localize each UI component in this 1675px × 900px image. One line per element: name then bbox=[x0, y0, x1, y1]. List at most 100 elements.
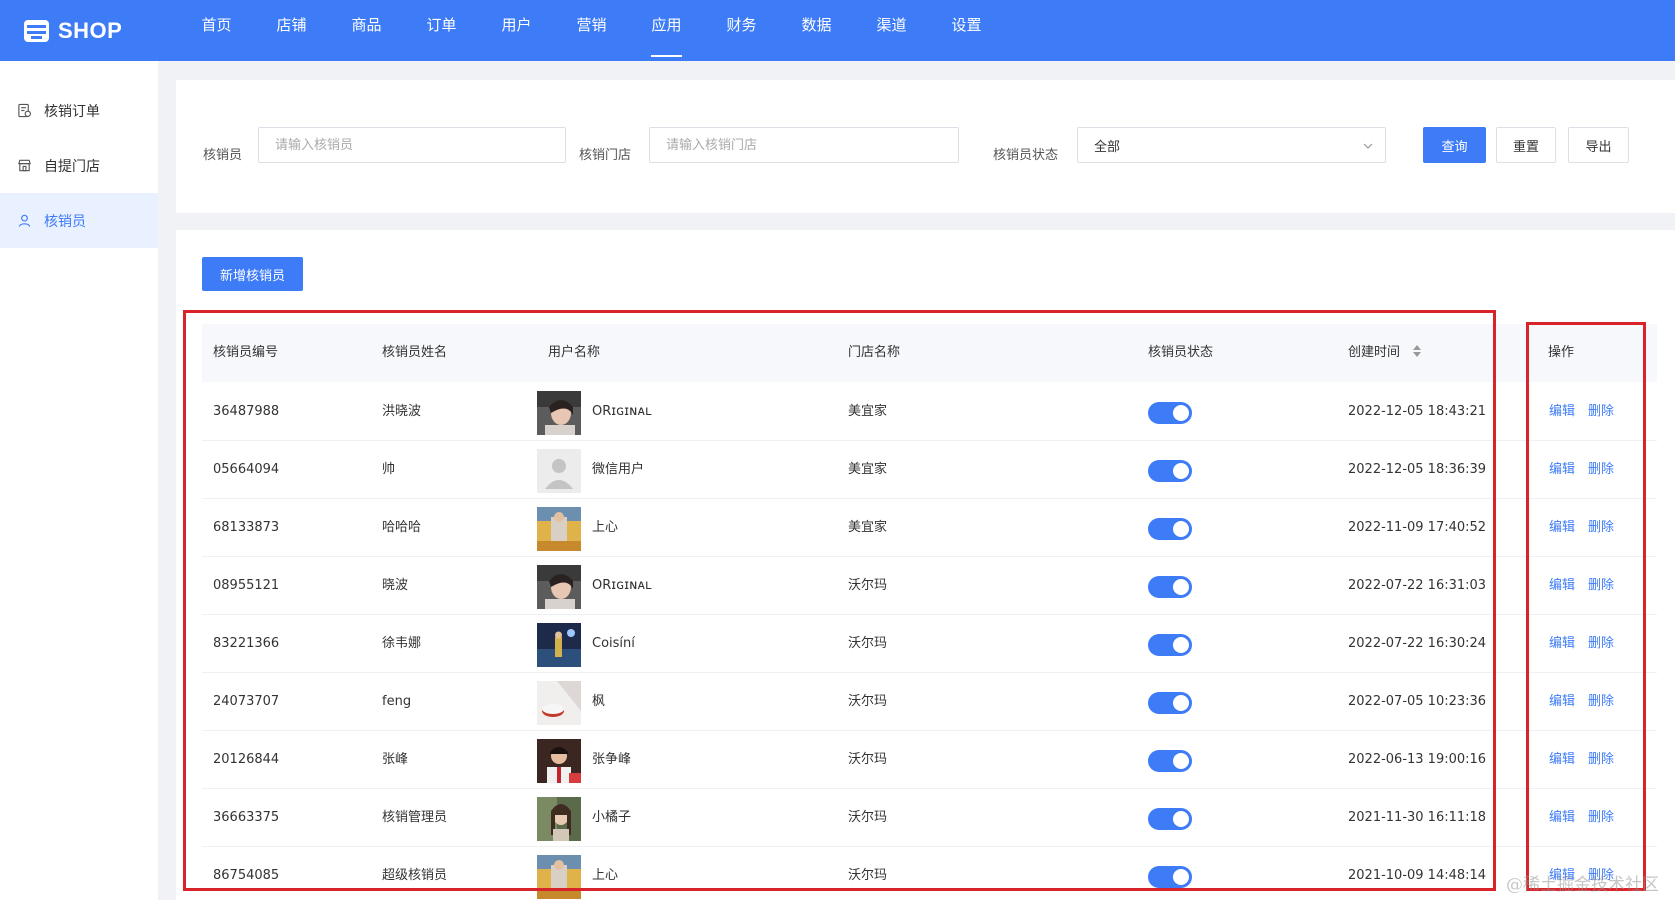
edit-link[interactable]: 编辑 bbox=[1549, 557, 1575, 615]
avatar bbox=[537, 391, 581, 435]
export-button[interactable]: 导出 bbox=[1568, 127, 1629, 163]
store-search-input[interactable] bbox=[649, 127, 959, 163]
shop-logo-icon bbox=[23, 19, 50, 43]
edit-link[interactable]: 编辑 bbox=[1549, 499, 1575, 557]
toggle-knob bbox=[1173, 521, 1189, 537]
status-toggle[interactable] bbox=[1148, 866, 1192, 888]
avatar bbox=[537, 507, 581, 551]
sidebar-item[interactable]: 核销订单 bbox=[0, 83, 158, 138]
nav-item[interactable]: 商品 bbox=[329, 0, 404, 61]
verifier-id-cell: 05664094 bbox=[213, 462, 280, 477]
created-time-cell: 2022-11-09 17:40:52 bbox=[1348, 520, 1487, 535]
sidebar-item[interactable]: 自提门店 bbox=[0, 138, 158, 193]
verifier-search-input[interactable] bbox=[258, 127, 566, 163]
avatar bbox=[537, 855, 581, 899]
brand-logo[interactable]: SHOP bbox=[23, 18, 179, 44]
col-verifier-status: 核销员状态 bbox=[1148, 345, 1214, 360]
main-nav: 首页 店铺 商品 订单 用户 营销 应用 财务 数据 渠道 设置 bbox=[179, 0, 1004, 61]
status-toggle[interactable] bbox=[1148, 402, 1192, 424]
avatar bbox=[537, 449, 581, 493]
nav-item[interactable]: 订单 bbox=[404, 0, 479, 61]
verifier-name-cell: 帅 bbox=[382, 462, 396, 477]
user-name-cell: 上心 bbox=[592, 520, 619, 535]
table-row: 83221366 徐韦娜 Coisíní 沃尔玛 2022-07-22 16:30:24… bbox=[202, 615, 1657, 673]
col-created-time[interactable]: 创建时间 bbox=[1348, 324, 1422, 382]
delete-link[interactable]: 删除 bbox=[1588, 499, 1614, 557]
delete-link[interactable]: 删除 bbox=[1588, 731, 1614, 789]
table-row: 20126844 张峰 张争峰 沃尔玛 2022-06-13 19:00:16 编辑 删除 bbox=[202, 731, 1657, 789]
nav-item[interactable]: 应用 bbox=[629, 0, 704, 61]
created-time-cell: 2021-11-30 16:11:18 bbox=[1348, 810, 1487, 825]
nav-item[interactable]: 设置 bbox=[929, 0, 1004, 61]
order-check-icon bbox=[16, 103, 32, 119]
watermark: @稀土掘金技术社区 bbox=[1506, 875, 1659, 895]
store-name-cell: 沃尔玛 bbox=[848, 810, 888, 825]
toggle-knob bbox=[1173, 637, 1189, 653]
nav-item[interactable]: 数据 bbox=[779, 0, 854, 61]
nav-item[interactable]: 渠道 bbox=[854, 0, 929, 61]
verifier-id-cell: 08955121 bbox=[213, 578, 280, 593]
edit-link[interactable]: 编辑 bbox=[1549, 615, 1575, 673]
verifier-name-cell: 核销管理员 bbox=[382, 810, 448, 825]
nav-item[interactable]: 首页 bbox=[179, 0, 254, 61]
status-toggle[interactable] bbox=[1148, 750, 1192, 772]
col-verifier-name: 核销员姓名 bbox=[382, 345, 448, 360]
edit-link[interactable]: 编辑 bbox=[1549, 731, 1575, 789]
status-toggle[interactable] bbox=[1148, 460, 1192, 482]
table-header: 核销员编号 核销员姓名 用户名称 门店名称 核销员状态 创建时间 操作 bbox=[202, 324, 1657, 382]
store-filter-label: 核销门店 bbox=[579, 148, 632, 163]
created-time-cell: 2022-07-22 16:30:24 bbox=[1348, 636, 1487, 651]
nav-item[interactable]: 财务 bbox=[704, 0, 779, 61]
add-verifier-button[interactable]: 新增核销员 bbox=[202, 257, 303, 291]
toggle-knob bbox=[1173, 753, 1189, 769]
edit-link[interactable]: 编辑 bbox=[1549, 383, 1575, 441]
query-button[interactable]: 查询 bbox=[1423, 127, 1486, 163]
avatar bbox=[537, 739, 581, 783]
nav-item[interactable]: 用户 bbox=[479, 0, 554, 61]
store-icon bbox=[16, 158, 32, 174]
nav-item[interactable]: 店铺 bbox=[254, 0, 329, 61]
user-name-cell: ORɪɢɪɴᴀʟ bbox=[592, 578, 652, 593]
user-name-cell: Coisíní bbox=[592, 636, 635, 651]
delete-link[interactable]: 删除 bbox=[1588, 789, 1614, 847]
edit-link[interactable]: 编辑 bbox=[1549, 441, 1575, 499]
verifier-name-cell: 晓波 bbox=[382, 578, 409, 593]
user-name-cell: ORɪɢɪɴᴀʟ bbox=[592, 404, 652, 419]
verifier-name-cell: 洪晓波 bbox=[382, 404, 422, 419]
verifier-id-cell: 68133873 bbox=[213, 520, 280, 535]
store-name-cell: 美宜家 bbox=[848, 520, 888, 535]
status-toggle[interactable] bbox=[1148, 808, 1192, 830]
status-filter-label: 核销员状态 bbox=[993, 148, 1059, 163]
store-name-cell: 沃尔玛 bbox=[848, 752, 888, 767]
verifier-id-cell: 86754085 bbox=[213, 868, 280, 883]
edit-link[interactable]: 编辑 bbox=[1549, 789, 1575, 847]
nav-item[interactable]: 营销 bbox=[554, 0, 629, 61]
verifier-id-cell: 36487988 bbox=[213, 404, 280, 419]
verifier-name-cell: 张峰 bbox=[382, 752, 409, 767]
verifier-id-cell: 83221366 bbox=[213, 636, 280, 651]
created-time-cell: 2022-06-13 19:00:16 bbox=[1348, 752, 1487, 767]
sidebar-item-label: 核销订单 bbox=[44, 103, 100, 120]
verifier-name-cell: 超级核销员 bbox=[382, 868, 448, 883]
delete-link[interactable]: 删除 bbox=[1588, 557, 1614, 615]
delete-link[interactable]: 删除 bbox=[1588, 441, 1614, 499]
avatar bbox=[537, 797, 581, 841]
delete-link[interactable]: 删除 bbox=[1588, 673, 1614, 731]
store-name-cell: 美宜家 bbox=[848, 404, 888, 419]
created-time-cell: 2022-12-05 18:36:39 bbox=[1348, 462, 1487, 477]
status-toggle[interactable] bbox=[1148, 692, 1192, 714]
status-select[interactable]: 全部 bbox=[1077, 127, 1386, 163]
table-row: 68133873 哈哈哈 上心 美宜家 2022-11-09 17:40:52 编辑 删除 bbox=[202, 499, 1657, 557]
reset-button[interactable]: 重置 bbox=[1496, 127, 1556, 163]
status-toggle[interactable] bbox=[1148, 576, 1192, 598]
delete-link[interactable]: 删除 bbox=[1588, 383, 1614, 441]
status-toggle[interactable] bbox=[1148, 518, 1192, 540]
top-navbar: SHOP 首页 店铺 商品 订单 用户 营销 应用 财务 数据 渠道 设置 bbox=[0, 0, 1675, 61]
status-toggle[interactable] bbox=[1148, 634, 1192, 656]
store-name-cell: 沃尔玛 bbox=[848, 694, 888, 709]
store-name-cell: 沃尔玛 bbox=[848, 868, 888, 883]
sidebar-item[interactable]: 核销员 bbox=[0, 193, 158, 248]
edit-link[interactable]: 编辑 bbox=[1549, 673, 1575, 731]
delete-link[interactable]: 删除 bbox=[1588, 615, 1614, 673]
verifier-name-cell: 哈哈哈 bbox=[382, 520, 422, 535]
